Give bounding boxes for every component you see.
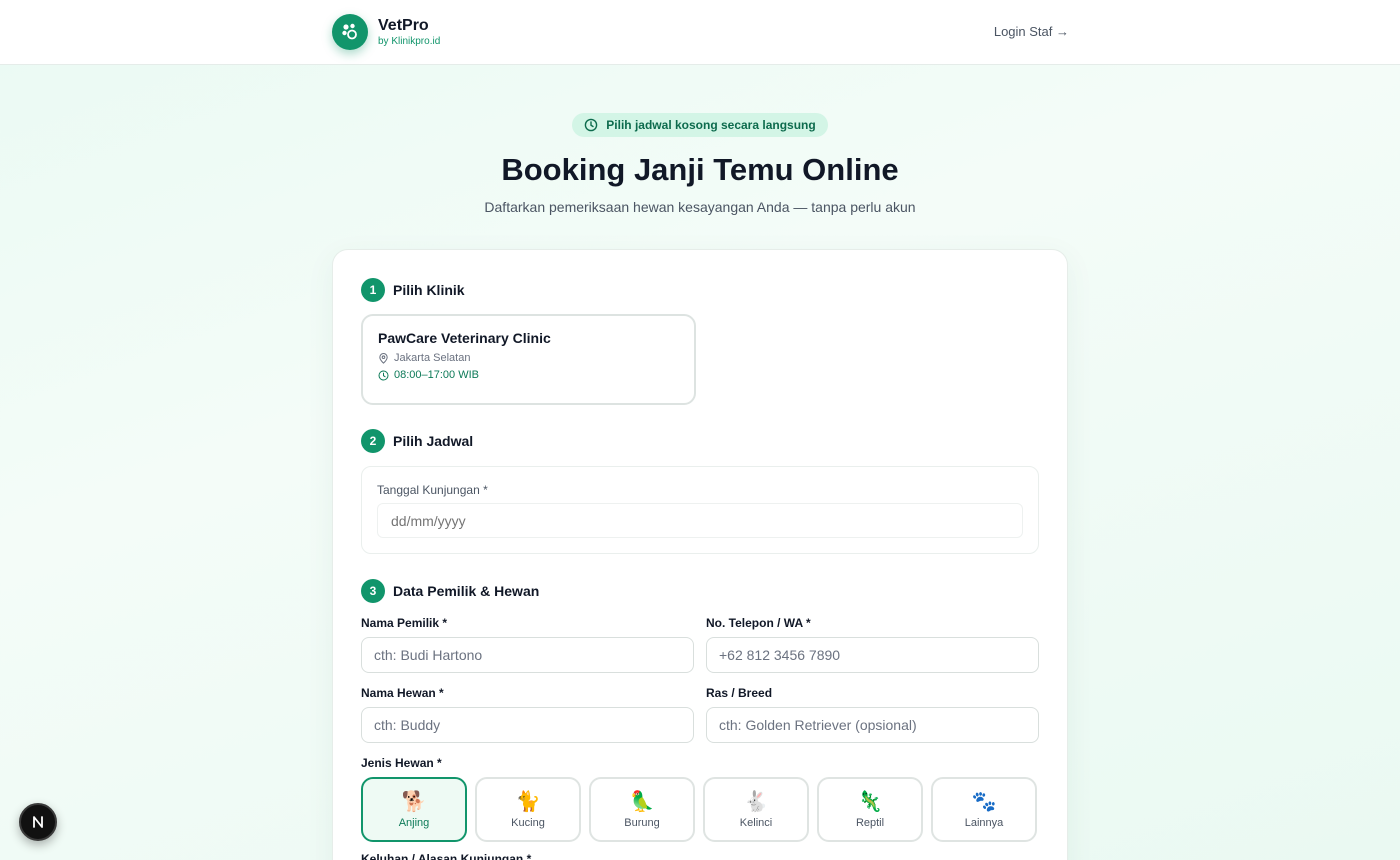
clinic-hours-text: 08:00–17:00 WIB xyxy=(394,369,480,381)
species-label-text: Anjing xyxy=(398,816,430,829)
step-3-header: 3 Data Pemilik & Hewan xyxy=(361,579,539,603)
page-subtitle: Daftarkan pemeriksaan hewan kesayangan A… xyxy=(484,199,916,215)
clinic-location-text: Jakarta Selatan xyxy=(394,352,471,364)
lizard-icon: 🦎 xyxy=(857,790,883,813)
species-label-text: Kelinci xyxy=(739,816,773,829)
species-label-text: Burung xyxy=(624,816,660,829)
owner-name-input[interactable] xyxy=(361,637,694,673)
species-option-rabbit[interactable]: 🐇 Kelinci xyxy=(703,777,809,842)
species-label-text: Reptil xyxy=(855,816,885,829)
clinic-location: Jakarta Selatan xyxy=(378,352,679,364)
schedule-box: Tanggal Kunjungan * xyxy=(361,466,1039,554)
species-option-bird[interactable]: 🦜 Burung xyxy=(589,777,695,842)
phone-label: No. Telepon / WA * xyxy=(706,616,811,630)
paw-logo-icon xyxy=(332,14,368,50)
n-logo-icon xyxy=(33,816,43,828)
clock-icon xyxy=(378,370,389,380)
pet-name-label: Nama Hewan * xyxy=(361,686,444,700)
step-number: 1 xyxy=(361,278,385,302)
species-label-text: Kucing xyxy=(511,816,545,829)
login-staff-link[interactable]: Login Staf → xyxy=(994,24,1069,39)
species-option-cat[interactable]: 🐈 Kucing xyxy=(475,777,581,842)
clinic-name: PawCare Veterinary Clinic xyxy=(378,330,551,346)
step-title: Pilih Klinik xyxy=(393,282,465,298)
top-navbar: VetPro by Klinikpro.id Login Staf → xyxy=(0,0,1400,65)
owner-name-label: Nama Pemilik * xyxy=(361,616,448,630)
brand-subtitle: by Klinikpro.id xyxy=(378,36,441,47)
phone-input[interactable] xyxy=(706,637,1039,673)
species-label-text: Lainnya xyxy=(964,816,1004,829)
rabbit-icon: 🐇 xyxy=(743,790,769,813)
map-pin-icon xyxy=(379,352,388,364)
breed-label: Ras / Breed xyxy=(706,686,773,700)
pet-name-input[interactable] xyxy=(361,707,694,743)
visit-reason-label: Keluhan / Alasan Kunjungan * xyxy=(361,852,532,860)
parrot-icon: 🦜 xyxy=(629,790,655,813)
step-number: 3 xyxy=(361,579,385,603)
page-title: Booking Janji Temu Online xyxy=(501,152,899,187)
visit-date-input[interactable] xyxy=(377,503,1023,538)
species-option-dog[interactable]: 🐕 Anjing xyxy=(361,777,467,842)
species-selector: 🐕 Anjing 🐈 Kucing 🦜 Burung 🐇 Kelinci 🦎 R… xyxy=(361,777,1037,842)
step-1-header: 1 Pilih Klinik xyxy=(361,278,465,302)
step-title: Data Pemilik & Hewan xyxy=(393,583,540,599)
booking-form-card: 1 Pilih Klinik PawCare Veterinary Clinic… xyxy=(332,249,1068,860)
clinic-hours: 08:00–17:00 WIB xyxy=(378,369,679,381)
brand[interactable]: VetPro by Klinikpro.id xyxy=(332,14,440,50)
species-option-other[interactable]: 🐾 Lainnya xyxy=(931,777,1037,842)
visit-date-label: Tanggal Kunjungan * xyxy=(377,483,488,497)
info-badge-text: Pilih jadwal kosong secara langsung xyxy=(606,118,816,132)
clinic-option-card[interactable]: PawCare Veterinary Clinic Jakarta Selata… xyxy=(361,314,696,405)
step-number: 2 xyxy=(361,429,385,453)
brand-name: VetPro xyxy=(378,17,429,34)
step-2-header: 2 Pilih Jadwal xyxy=(361,429,473,453)
step-title: Pilih Jadwal xyxy=(393,433,474,449)
species-option-reptile[interactable]: 🦎 Reptil xyxy=(817,777,923,842)
dev-tools-badge[interactable] xyxy=(19,803,57,841)
clock-icon xyxy=(584,118,598,132)
dog-icon: 🐕 xyxy=(401,790,427,813)
paw-prints-icon: 🐾 xyxy=(971,790,997,813)
species-label: Jenis Hewan * xyxy=(361,756,442,770)
cat-icon: 🐈 xyxy=(515,790,541,813)
breed-input[interactable] xyxy=(706,707,1039,743)
info-badge: Pilih jadwal kosong secara langsung xyxy=(572,113,828,137)
